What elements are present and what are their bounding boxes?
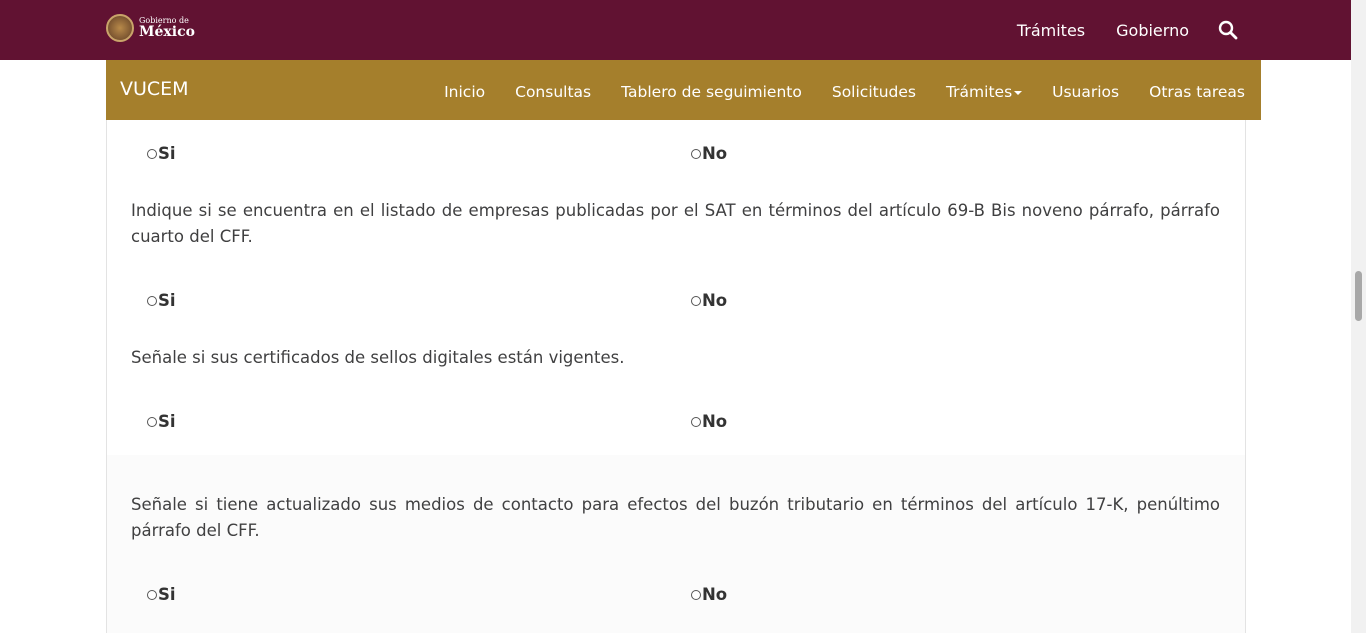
logo-title: México bbox=[139, 24, 195, 40]
radio-icon[interactable] bbox=[147, 416, 157, 427]
form-panel-shaded-section bbox=[107, 455, 1245, 633]
q3-radio-si[interactable]: Si bbox=[147, 585, 176, 604]
top-header: Gobierno de México Trámites Gobierno bbox=[0, 0, 1351, 60]
vucem-navbar: VUCEM Inicio Consultas Tablero de seguim… bbox=[106, 60, 1261, 120]
q3-radio-no[interactable]: No bbox=[691, 585, 727, 604]
radio-icon[interactable] bbox=[147, 295, 157, 306]
q3-no-label: No bbox=[702, 585, 728, 604]
nav-otras-tareas[interactable]: Otras tareas bbox=[1149, 83, 1245, 101]
radio-icon[interactable] bbox=[691, 416, 701, 427]
caret-down-icon bbox=[1014, 90, 1023, 95]
q3-si-label: Si bbox=[158, 585, 176, 604]
q1-radio-no[interactable]: No bbox=[691, 291, 727, 310]
q2-radio-no[interactable]: No bbox=[691, 412, 727, 431]
radio-icon[interactable] bbox=[691, 589, 701, 600]
q3-text: Señale si tiene actualizado sus medios d… bbox=[131, 495, 1220, 540]
q0-si-label: Si bbox=[158, 144, 176, 163]
nav-usuarios[interactable]: Usuarios bbox=[1052, 83, 1119, 101]
nav-tablero-de-seguimiento[interactable]: Tablero de seguimiento bbox=[621, 83, 802, 101]
top-link-gobierno[interactable]: Gobierno bbox=[1116, 21, 1189, 40]
nav-solicitudes[interactable]: Solicitudes bbox=[832, 83, 916, 101]
top-link-tramites[interactable]: Trámites bbox=[1017, 21, 1085, 40]
q0-no-label: No bbox=[702, 144, 728, 163]
mexico-seal-icon bbox=[106, 14, 134, 42]
brand-vucem[interactable]: VUCEM bbox=[120, 60, 189, 120]
nav-menu: Inicio Consultas Tablero de seguimiento … bbox=[414, 60, 1245, 124]
nav-tramites-label: Trámites bbox=[945, 83, 1013, 101]
nav-consultas[interactable]: Consultas bbox=[515, 83, 591, 101]
q0-radio-si[interactable]: Si bbox=[147, 144, 176, 163]
q2-radio-si[interactable]: Si bbox=[147, 412, 176, 431]
q0-radio-no[interactable]: No bbox=[691, 144, 727, 163]
radio-icon[interactable] bbox=[147, 148, 157, 159]
nav-inicio[interactable]: Inicio bbox=[444, 83, 485, 101]
radio-icon[interactable] bbox=[147, 589, 157, 600]
q2-text: Señale si sus certificados de sellos dig… bbox=[131, 348, 625, 367]
q1-text: Indique si se encuentra en el listado de… bbox=[131, 201, 1220, 246]
q1-radio-si[interactable]: Si bbox=[147, 291, 176, 310]
top-links: Trámites Gobierno bbox=[986, 0, 1238, 60]
page-scrollbar[interactable] bbox=[1351, 0, 1366, 633]
gobierno-mexico-logo[interactable]: Gobierno de México bbox=[106, 14, 195, 42]
q2-si-label: Si bbox=[158, 412, 176, 431]
radio-icon[interactable] bbox=[691, 295, 701, 306]
scrollbar-thumb[interactable] bbox=[1355, 271, 1362, 321]
nav-tramites-dropdown[interactable]: Trámites bbox=[945, 83, 1023, 101]
q2-no-label: No bbox=[702, 412, 728, 431]
q1-si-label: Si bbox=[158, 291, 176, 310]
radio-icon[interactable] bbox=[691, 148, 701, 159]
search-icon[interactable] bbox=[1218, 20, 1238, 40]
q1-no-label: No bbox=[702, 291, 728, 310]
